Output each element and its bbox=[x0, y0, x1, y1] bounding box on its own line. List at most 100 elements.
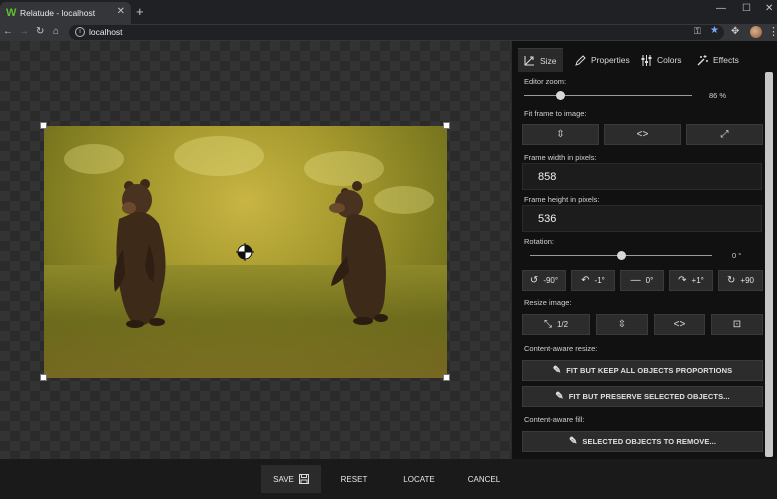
tab-size-label: Size bbox=[540, 55, 557, 66]
profile-avatar[interactable] bbox=[750, 26, 762, 38]
content-aware-resize-label: Content-aware resize: bbox=[524, 344, 598, 353]
tab-colors-label: Colors bbox=[657, 55, 682, 65]
pen-icon bbox=[575, 54, 586, 66]
tab-colors[interactable]: Colors bbox=[641, 48, 682, 72]
size-icon bbox=[524, 56, 534, 66]
rotate-minus-90-button[interactable]: ↺ -90° bbox=[522, 270, 566, 291]
locate-label: LOCATE bbox=[403, 474, 435, 484]
editor-zoom-label: Editor zoom: bbox=[524, 77, 567, 86]
tab-properties[interactable]: Properties bbox=[575, 48, 630, 72]
minimize-icon[interactable]: — bbox=[716, 3, 726, 14]
shrink-icon: ⤡ bbox=[543, 319, 552, 330]
horizontal-arrows-icon: <> bbox=[636, 129, 649, 140]
floppy-disk-icon bbox=[298, 474, 309, 484]
fit-frame-vertical-button[interactable]: ⇳ bbox=[522, 124, 599, 145]
fit-frame-horizontal-button[interactable]: <> bbox=[604, 124, 681, 145]
fit-keep-proportions-label: FIT BUT KEEP ALL OBJECTS PROPORTIONS bbox=[566, 366, 733, 375]
maximize-icon[interactable]: ☐ bbox=[742, 3, 751, 14]
tab-properties-label: Properties bbox=[591, 55, 630, 65]
remove-objects-button[interactable]: ✎ SELECTED OBJECTS TO REMOVE... bbox=[522, 431, 763, 452]
vertical-arrows-icon: ⇳ bbox=[556, 129, 565, 140]
tab-effects[interactable]: Effects bbox=[697, 48, 739, 72]
editor-canvas[interactable] bbox=[0, 41, 511, 459]
tab-size[interactable]: Size bbox=[518, 48, 563, 72]
info-icon[interactable]: i bbox=[75, 27, 85, 37]
fit-preserve-selected-button[interactable]: ✎ FIT BUT PRESERVE SELECTED OBJECTS... bbox=[522, 386, 763, 407]
bear-cub-right bbox=[329, 181, 388, 325]
sliders-icon bbox=[641, 54, 652, 66]
remove-objects-label: SELECTED OBJECTS TO REMOVE... bbox=[582, 437, 717, 446]
key-icon[interactable]: ⚿ bbox=[694, 26, 701, 37]
tab-title: Relatude - localhost bbox=[20, 8, 96, 18]
browser-menu-icon[interactable]: ⋮ bbox=[768, 25, 777, 38]
back-icon[interactable]: ← bbox=[3, 26, 13, 38]
editor-zoom-value: 86 % bbox=[709, 91, 727, 100]
resize-half-button[interactable]: ⤡ 1/2 bbox=[522, 314, 590, 335]
rotate-plus-1-button[interactable]: ↷ +1° bbox=[669, 270, 713, 291]
editor-zoom-slider-knob[interactable] bbox=[555, 91, 565, 100]
locate-button[interactable]: LOCATE bbox=[393, 465, 445, 493]
fit-frame-both-button[interactable]: ⤢ bbox=[686, 124, 763, 145]
panel-scrollbar[interactable] bbox=[765, 72, 773, 457]
bookmark-star-icon[interactable]: ★ bbox=[710, 25, 719, 36]
url-text[interactable]: localhost bbox=[89, 27, 123, 37]
horizontal-arrows-icon: <> bbox=[673, 319, 686, 330]
home-icon[interactable]: ⌂ bbox=[53, 26, 59, 38]
cancel-button[interactable]: CANCEL bbox=[458, 465, 510, 493]
rotation-value: 0 ° bbox=[732, 251, 742, 260]
rotate-zero-label: 0° bbox=[645, 276, 654, 285]
pen-icon: ✎ bbox=[568, 436, 578, 447]
resize-handle-top-right[interactable] bbox=[443, 122, 450, 129]
rotate-minus-1-label: -1° bbox=[594, 276, 605, 285]
address-bar[interactable]: i localhost ⚿ ★ bbox=[69, 25, 724, 40]
frame-height-input[interactable]: 536 bbox=[522, 205, 762, 232]
frame-width-input[interactable]: 858 bbox=[522, 163, 762, 190]
reload-icon[interactable]: ↻ bbox=[36, 26, 44, 38]
rotate-left-icon: ↺ bbox=[529, 275, 539, 286]
resize-handle-bottom-left[interactable] bbox=[40, 374, 47, 381]
rotate-right-small-icon: ↷ bbox=[678, 275, 687, 286]
resize-handle-bottom-right[interactable] bbox=[443, 374, 450, 381]
save-button[interactable]: SAVE bbox=[261, 465, 321, 493]
rotate-plus-90-label: +90 bbox=[740, 276, 754, 285]
content-aware-fill-label: Content-aware fill: bbox=[524, 415, 585, 424]
bottom-action-bar bbox=[0, 459, 777, 499]
pen-icon: ✎ bbox=[555, 391, 564, 402]
bear-cub-left bbox=[114, 179, 166, 328]
reset-button[interactable]: RESET bbox=[330, 465, 378, 493]
resize-vertical-button[interactable]: ⇳ bbox=[596, 314, 648, 335]
browser-tab[interactable]: W Relatude - localhost ✕ bbox=[0, 2, 131, 24]
fit-frame-label: Fit frame to image: bbox=[524, 109, 587, 118]
browser-toolbar: ← → ↻ ⌂ i localhost ⚿ ★ ✥ ⋮ bbox=[0, 24, 777, 41]
resize-handle-top-left[interactable] bbox=[40, 122, 47, 129]
extensions-icon[interactable]: ✥ bbox=[731, 26, 739, 37]
magic-wand-icon: ✎ bbox=[552, 365, 562, 376]
tab-effects-label: Effects bbox=[713, 55, 739, 65]
rotate-zero-button[interactable]: — 0° bbox=[620, 270, 664, 291]
dash-icon: — bbox=[630, 275, 641, 286]
resize-fit-button[interactable]: ⊡ bbox=[711, 314, 763, 335]
resize-horizontal-button[interactable]: <> bbox=[654, 314, 705, 335]
new-tab-icon[interactable]: + bbox=[136, 5, 144, 18]
forward-icon[interactable]: → bbox=[19, 26, 29, 38]
fit-box-icon: ⊡ bbox=[732, 319, 742, 330]
rotate-plus-90-button[interactable]: ↻ +90 bbox=[718, 270, 763, 291]
rotate-left-small-icon: ↶ bbox=[581, 275, 590, 286]
fit-keep-proportions-button[interactable]: ✎ FIT BUT KEEP ALL OBJECTS PROPORTIONS bbox=[522, 360, 763, 381]
vertical-arrows-icon: ⇳ bbox=[617, 319, 627, 330]
resize-image-label: Resize image: bbox=[524, 298, 572, 307]
rotation-label: Rotation: bbox=[524, 237, 555, 246]
rotate-right-icon: ↻ bbox=[727, 275, 736, 286]
rotate-minus-90-label: -90° bbox=[543, 276, 559, 285]
save-label: SAVE bbox=[273, 474, 294, 484]
focal-point-crosshair-icon[interactable] bbox=[236, 243, 254, 261]
rotate-minus-1-button[interactable]: ↶ -1° bbox=[571, 270, 615, 291]
close-tab-icon[interactable]: ✕ bbox=[117, 7, 125, 17]
reset-label: RESET bbox=[340, 474, 368, 484]
editor-zoom-slider[interactable] bbox=[524, 95, 692, 96]
close-window-icon[interactable]: ✕ bbox=[765, 3, 773, 14]
expand-icon: ⤢ bbox=[720, 129, 729, 140]
rotation-slider-knob[interactable] bbox=[616, 251, 626, 260]
resize-half-label: 1/2 bbox=[556, 320, 569, 329]
rotate-plus-1-label: +1° bbox=[691, 276, 704, 285]
